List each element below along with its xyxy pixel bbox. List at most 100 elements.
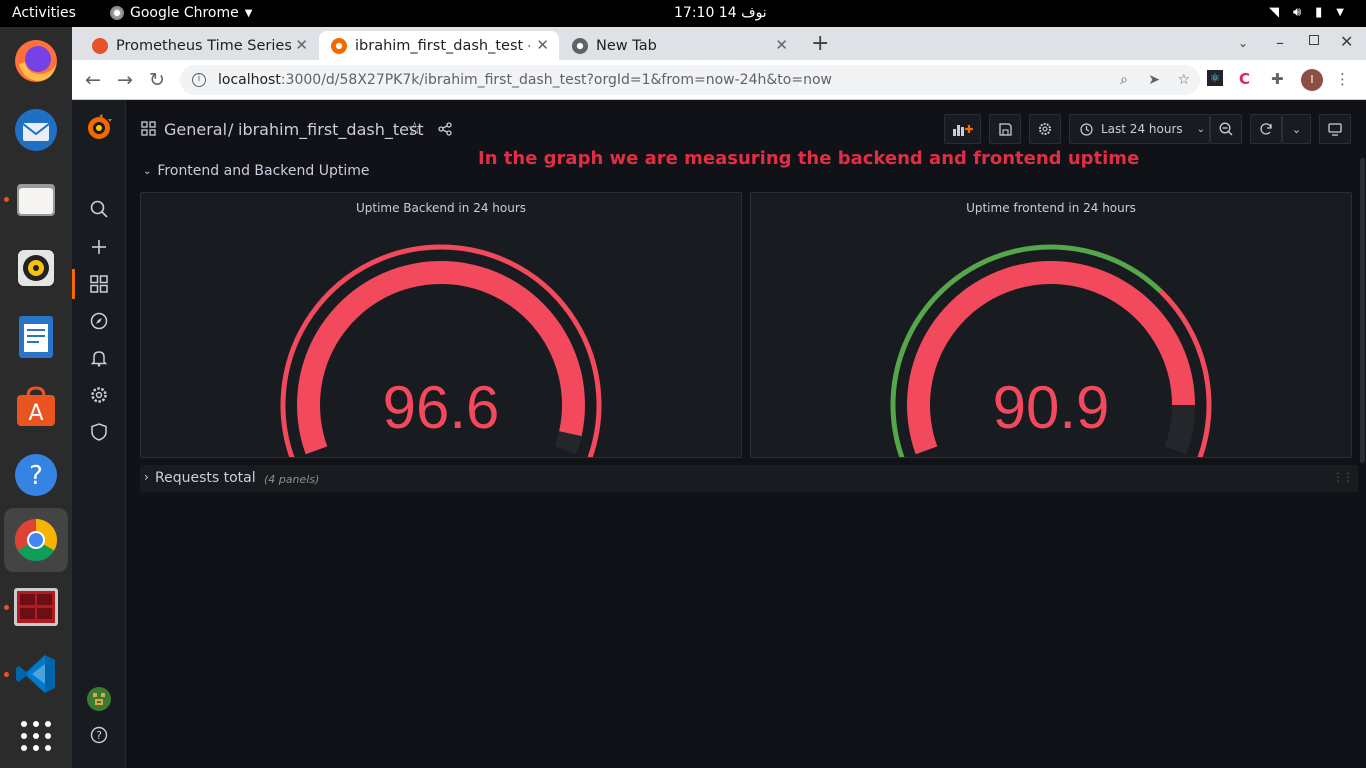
chrome-launcher[interactable] <box>4 508 68 572</box>
breadcrumb-folder[interactable]: General <box>164 120 227 139</box>
dock: A ? <box>0 27 72 768</box>
add-panel-button[interactable] <box>944 114 981 144</box>
svg-text:A: A <box>28 401 43 426</box>
refresh-button[interactable] <box>1250 114 1282 144</box>
show-apps-button[interactable] <box>12 712 60 760</box>
share-icon[interactable] <box>438 122 452 136</box>
info-icon[interactable]: i <box>192 73 206 87</box>
dashboard-title[interactable]: ibrahim_first_dash_test <box>238 120 424 139</box>
tab-new-tab[interactable]: New Tab ✕ <box>560 31 798 60</box>
close-icon[interactable]: ✕ <box>536 36 549 54</box>
tab-title: ibrahim_first_dash_test - <box>355 37 530 54</box>
tab-search-chevron-icon[interactable]: ⌄ <box>1238 36 1248 50</box>
thunderbird-launcher[interactable] <box>12 106 60 154</box>
minimize-button[interactable]: – <box>1276 33 1284 52</box>
thunderbird-icon <box>15 109 57 151</box>
zoom-icon[interactable]: ⌕ <box>1120 72 1128 88</box>
vscode-icon <box>16 655 55 693</box>
tab-title: Prometheus Time Series C <box>116 37 291 54</box>
grafana-favicon-icon <box>331 37 347 54</box>
rhythmbox-launcher[interactable] <box>12 244 60 292</box>
alerting-nav[interactable] <box>72 343 126 373</box>
kebab-menu-icon[interactable]: ⋮ <box>1335 70 1350 88</box>
row-header-uptime[interactable]: ⌄ Frontend and Backend Uptime <box>143 163 370 179</box>
chrome-small-icon <box>110 6 124 20</box>
dashboard-settings-button[interactable] <box>1029 114 1061 144</box>
grafana-logo[interactable] <box>72 113 126 143</box>
server-admin-nav[interactable] <box>72 417 126 447</box>
close-icon[interactable]: ✕ <box>775 36 788 54</box>
help-launcher[interactable]: ? <box>12 451 60 499</box>
tab-prometheus[interactable]: Prometheus Time Series C ✕ <box>80 31 318 60</box>
system-top-bar: Activities Google Chrome ▼ 17:10 14 نوف … <box>0 0 1366 27</box>
system-tray[interactable]: ◥ 🔊︎ ▮ ▼ <box>1269 5 1344 20</box>
active-indicator <box>72 269 75 299</box>
gear-icon <box>91 387 107 403</box>
app-menu[interactable]: Google Chrome ▼ <box>110 5 252 21</box>
collapsed-panel-count: (4 panels) <box>264 473 320 486</box>
star-icon[interactable]: ☆ <box>1177 72 1190 88</box>
configuration-nav[interactable] <box>72 380 126 410</box>
apps-icon <box>141 121 156 136</box>
grafana-sidebar: ? <box>72 100 126 768</box>
firefox-launcher[interactable] <box>12 37 60 85</box>
forward-button[interactable]: → <box>117 69 133 91</box>
writer-launcher[interactable] <box>12 313 60 361</box>
svg-text:?: ? <box>96 729 102 742</box>
help-icon: ? <box>15 454 57 496</box>
gauge-value: 96.6 <box>382 374 500 441</box>
tv-mode-button[interactable] <box>1319 114 1351 144</box>
chrome-favicon-icon <box>572 37 588 54</box>
explore-nav[interactable] <box>72 306 126 336</box>
puzzle-icon[interactable]: ✚ <box>1271 70 1284 88</box>
url-path: :3000/d/58X27PK7k/ibrahim_first_dash_tes… <box>280 72 832 88</box>
row-header-requests[interactable]: › Requests total (4 panels) ⋮⋮ <box>140 465 1358 492</box>
running-indicator <box>4 197 9 202</box>
scrollbar[interactable] <box>1360 158 1365 463</box>
chevron-down-icon: ⌄ <box>143 165 152 177</box>
send-icon[interactable]: ➤ <box>1148 72 1160 88</box>
breadcrumb-separator: / <box>228 120 234 139</box>
gear-icon <box>1038 122 1052 136</box>
reload-button[interactable]: ↻ <box>149 69 165 91</box>
star-icon[interactable]: ☆ <box>407 119 422 139</box>
new-tab-button[interactable]: + <box>811 31 829 56</box>
browser-tab-strip: Prometheus Time Series C ✕ ibrahim_first… <box>72 27 1366 60</box>
gauge-panel-frontend[interactable]: Uptime frontend in 24 hours 90.9 <box>750 192 1352 458</box>
search-nav[interactable] <box>72 194 126 224</box>
address-bar[interactable]: i localhost :3000/d/58X27PK7k/ibrahim_fi… <box>180 65 1200 95</box>
folder-icon <box>17 184 55 216</box>
create-nav[interactable] <box>72 232 126 262</box>
user-profile-nav[interactable] <box>72 684 126 714</box>
profile-avatar[interactable]: I <box>1301 69 1323 91</box>
react-devtools-icon[interactable]: ⚛ <box>1207 70 1223 86</box>
clock[interactable]: 17:10 14 نوف <box>674 5 767 21</box>
dashboards-nav[interactable] <box>72 269 126 299</box>
close-window-button[interactable]: ✕ <box>1340 32 1353 51</box>
drag-handle-icon[interactable]: ⋮⋮ <box>1332 470 1354 484</box>
speaker-icon <box>18 250 54 286</box>
running-indicator <box>4 605 9 610</box>
files-launcher[interactable] <box>12 175 60 223</box>
refresh-interval-button[interactable]: ⌄ <box>1282 114 1311 144</box>
zoom-out-icon <box>1219 122 1233 136</box>
back-button[interactable]: ← <box>85 69 101 91</box>
shield-icon <box>91 423 107 441</box>
maximize-button[interactable] <box>1309 35 1319 45</box>
time-picker-button[interactable]: Last 24 hours ⌄ <box>1069 114 1210 144</box>
zoom-out-button[interactable] <box>1210 114 1242 144</box>
activities-button[interactable]: Activities <box>12 5 76 21</box>
help-nav[interactable]: ? <box>72 720 126 750</box>
software-launcher[interactable]: A <box>12 382 60 430</box>
tab-grafana-dashboard[interactable]: ibrahim_first_dash_test - ✕ <box>319 31 559 60</box>
save-icon <box>998 122 1012 136</box>
terminal-tool-launcher[interactable] <box>12 583 60 631</box>
chrome-icon <box>14 519 58 562</box>
save-dashboard-button[interactable] <box>989 114 1021 144</box>
bell-icon <box>90 351 108 367</box>
gauge-panel-backend[interactable]: Uptime Backend in 24 hours 96.6 <box>140 192 742 458</box>
vscode-launcher[interactable] <box>12 650 60 698</box>
extension-c-icon[interactable]: C <box>1239 70 1250 88</box>
prometheus-favicon-icon <box>92 37 108 54</box>
close-icon[interactable]: ✕ <box>295 36 308 54</box>
